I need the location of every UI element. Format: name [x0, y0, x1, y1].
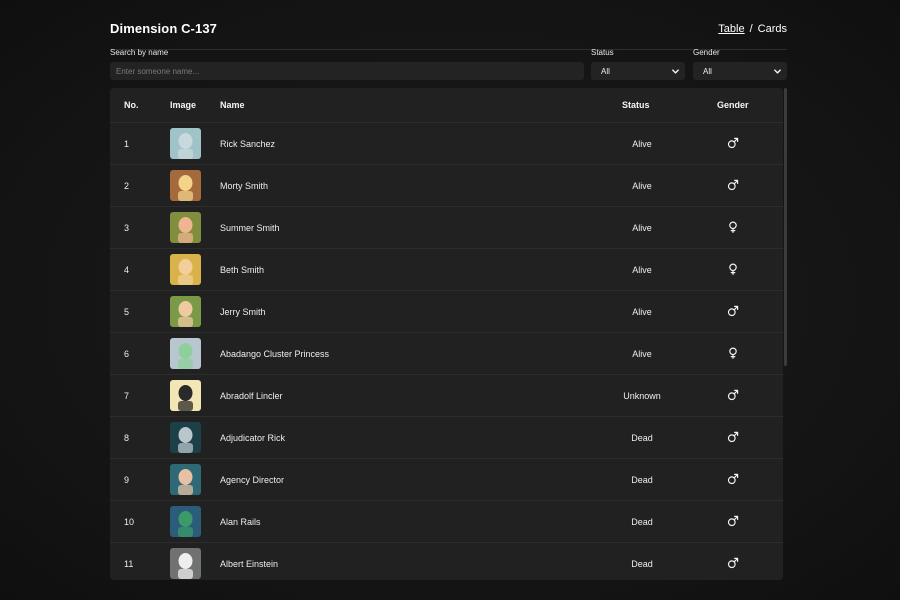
- character-avatar[interactable]: [170, 128, 201, 159]
- row-number: 10: [124, 517, 135, 527]
- character-avatar[interactable]: [170, 548, 201, 579]
- chevron-down-icon: [774, 68, 781, 74]
- character-name: Alan Rails: [220, 517, 261, 527]
- table-row[interactable]: 3 Summer Smith Alive: [110, 207, 783, 249]
- female-icon: [727, 220, 739, 233]
- male-icon: [727, 472, 739, 485]
- character-avatar[interactable]: [170, 422, 201, 453]
- table-row[interactable]: 5 Jerry Smith Alive: [110, 291, 783, 333]
- character-status: Alive: [632, 307, 652, 317]
- male-icon: [727, 304, 739, 317]
- gender-select-value: All: [703, 66, 712, 76]
- page-title: Dimension C-137: [110, 21, 217, 36]
- row-number: 11: [124, 559, 134, 569]
- status-select-value: All: [601, 66, 610, 76]
- page-container: Dimension C-137 Table / Cards Search by …: [110, 0, 787, 600]
- table-row[interactable]: 6 Abadango Cluster Princess Alive: [110, 333, 783, 375]
- search-label: Search by name: [110, 48, 169, 57]
- column-header-image: Image: [170, 100, 197, 110]
- male-icon: [727, 178, 739, 191]
- table-row[interactable]: 1 Rick Sanchez Alive: [110, 123, 783, 165]
- character-name: Summer Smith: [220, 223, 280, 233]
- cards-view-link[interactable]: Cards: [758, 23, 787, 35]
- character-status: Unknown: [623, 391, 661, 401]
- row-number: 6: [124, 349, 130, 359]
- chevron-down-icon: [672, 68, 679, 74]
- view-separator: /: [749, 22, 753, 35]
- row-number: 4: [124, 265, 130, 275]
- view-switch: Table / Cards: [718, 23, 787, 35]
- row-number: 5: [124, 307, 130, 317]
- row-number: 1: [124, 139, 130, 149]
- row-number: 9: [124, 475, 130, 485]
- header: Dimension C-137 Table / Cards: [110, 16, 787, 50]
- character-name: Abadango Cluster Princess: [220, 349, 330, 359]
- character-name: Adjudicator Rick: [220, 433, 286, 443]
- table-view-link[interactable]: Table: [718, 23, 744, 35]
- table-header: No. Image Name Status Gender: [110, 88, 783, 123]
- table-row[interactable]: 7 Abradolf Lincler Unknown: [110, 375, 783, 417]
- character-status: Alive: [632, 349, 652, 359]
- character-status: Dead: [631, 517, 653, 527]
- male-icon: [727, 556, 739, 569]
- table-row[interactable]: 2 Morty Smith Alive: [110, 165, 783, 207]
- character-name: Albert Einstein: [220, 559, 279, 569]
- character-avatar[interactable]: [170, 506, 201, 537]
- status-label: Status: [591, 48, 614, 57]
- row-number: 7: [124, 391, 130, 401]
- character-avatar[interactable]: [170, 296, 201, 327]
- gender-label: Gender: [693, 48, 720, 57]
- character-name: Morty Smith: [220, 181, 269, 191]
- character-name: Rick Sanchez: [220, 139, 276, 149]
- row-number: 2: [124, 181, 130, 191]
- table-row[interactable]: 4 Beth Smith Alive: [110, 249, 783, 291]
- character-avatar[interactable]: [170, 254, 201, 285]
- male-icon: [727, 388, 739, 401]
- table-row[interactable]: 11 Albert Einstein Dead: [110, 543, 783, 580]
- character-status: Alive: [632, 139, 652, 149]
- male-icon: [727, 430, 739, 443]
- column-header-gender: Gender: [717, 100, 749, 110]
- character-name: Abradolf Lincler: [220, 391, 283, 401]
- status-select[interactable]: All: [591, 62, 685, 80]
- female-icon: [727, 346, 739, 359]
- character-name: Jerry Smith: [220, 307, 266, 317]
- table-row[interactable]: 10 Alan Rails Dead: [110, 501, 783, 543]
- gender-select[interactable]: All: [693, 62, 787, 80]
- column-header-no: No.: [124, 100, 139, 110]
- character-avatar[interactable]: [170, 170, 201, 201]
- character-name: Agency Director: [220, 475, 285, 485]
- character-avatar[interactable]: [170, 212, 201, 243]
- character-status: Alive: [632, 265, 652, 275]
- character-status: Dead: [631, 475, 653, 485]
- search-input[interactable]: [110, 62, 584, 80]
- table-scrollbar[interactable]: [784, 88, 787, 366]
- character-status: Dead: [631, 433, 653, 443]
- character-status: Alive: [632, 223, 652, 233]
- table-row[interactable]: 9 Agency Director Dead: [110, 459, 783, 501]
- male-icon: [727, 136, 739, 149]
- character-avatar[interactable]: [170, 338, 201, 369]
- character-name: Beth Smith: [220, 265, 265, 275]
- character-avatar[interactable]: [170, 464, 201, 495]
- row-number: 8: [124, 433, 130, 443]
- female-icon: [727, 262, 739, 275]
- character-avatar[interactable]: [170, 380, 201, 411]
- column-header-status: Status: [622, 100, 650, 110]
- characters-table: No. Image Name Status Gender 1 Rick Sanch…: [110, 88, 783, 580]
- filters-bar: Search by name Status All Gender All: [110, 48, 787, 82]
- table-row[interactable]: 8 Adjudicator Rick Dead: [110, 417, 783, 459]
- character-status: Alive: [632, 181, 652, 191]
- column-header-name: Name: [220, 100, 245, 110]
- row-number: 3: [124, 223, 130, 233]
- male-icon: [727, 514, 739, 527]
- character-status: Dead: [631, 559, 653, 569]
